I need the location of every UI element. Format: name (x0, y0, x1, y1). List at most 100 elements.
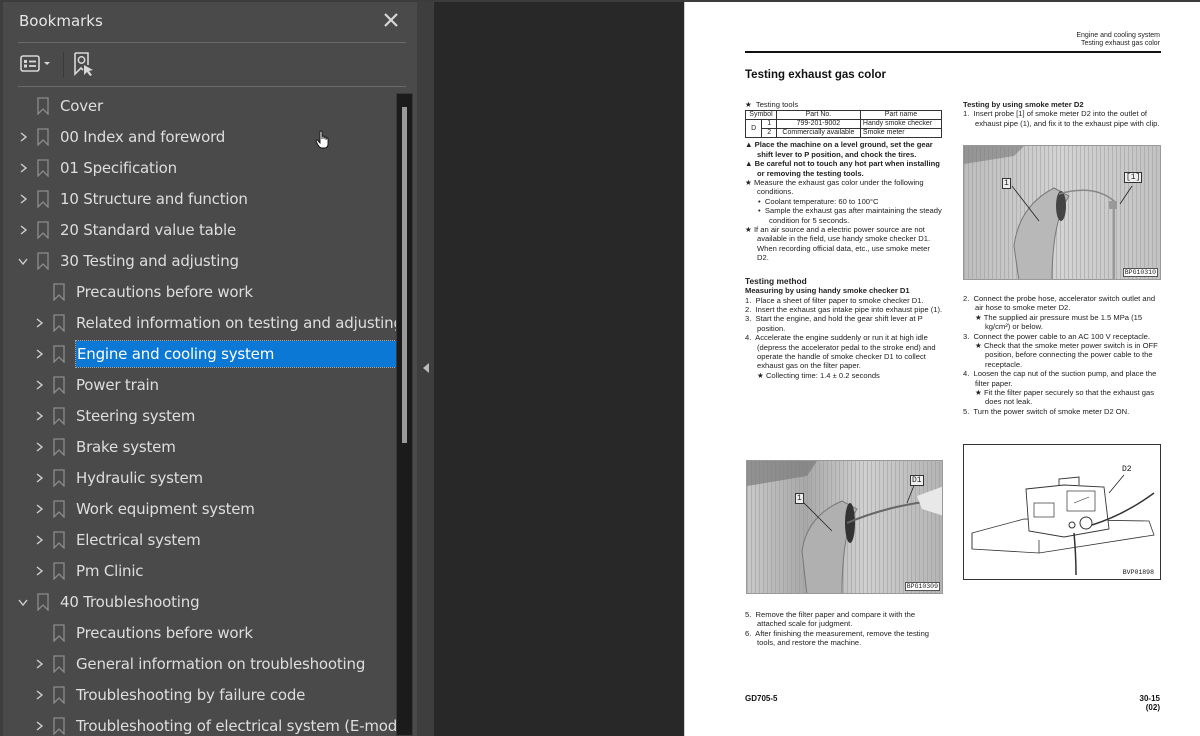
bookmark-item[interactable]: Engine and cooling system (3, 339, 398, 370)
table-cell: 1 (761, 119, 777, 130)
bookmark-item[interactable]: Troubleshooting by failure code (3, 680, 398, 711)
bookmark-icon (53, 717, 65, 735)
bookmark-item[interactable]: 10 Structure and function (3, 184, 398, 215)
table-header: Part name (859, 110, 943, 121)
chevron-right-icon[interactable] (33, 379, 45, 391)
bookmark-icon (37, 190, 49, 208)
footer-model: GD705-5 (745, 694, 778, 703)
chevron-right-icon[interactable] (17, 224, 29, 236)
step-text: 5. Turn the power switch of smoke meter … (963, 406, 1130, 416)
warning-icon: ▲ (745, 140, 753, 150)
chevron-right-icon[interactable] (17, 131, 29, 143)
bookmark-item[interactable]: Related information on testing and adjus… (3, 308, 398, 339)
bookmark-item[interactable]: Precautions before work (3, 277, 398, 308)
warning-text: Place the machine on a level ground, set… (754, 140, 933, 159)
callout-label: 1 (1002, 178, 1011, 189)
revision-number: (02) (1145, 703, 1160, 712)
bookmark-item[interactable]: Precautions before work (3, 618, 398, 649)
figure-code: BVP01898 (1122, 569, 1154, 576)
right-column-steps: 2. Connect the probe hose, accelerator s… (963, 294, 1161, 416)
bookmark-icon (53, 531, 65, 549)
bookmark-label: 20 Standard value table (60, 221, 236, 239)
bookmark-scrollbar[interactable] (396, 93, 413, 736)
header-topic: Testing exhaust gas color (1081, 40, 1160, 47)
section-heading: Testing method (745, 275, 807, 286)
bookmark-options-button[interactable] (19, 52, 59, 76)
chevron-right-icon[interactable] (33, 410, 45, 422)
chevron-right-icon[interactable] (17, 162, 29, 174)
chevron-right-icon[interactable] (33, 472, 45, 484)
tools-heading: Testing tools (755, 100, 799, 109)
bullet-icon: • (758, 206, 761, 216)
chevron-right-icon[interactable] (33, 689, 45, 701)
header-section: Engine and cooling system (1076, 32, 1160, 39)
step-text: 1. Place a sheet of filter paper to smok… (745, 295, 924, 305)
table-cell: Smoke meter (859, 128, 943, 139)
bookmark-icon (53, 438, 65, 456)
chevron-down-icon[interactable] (17, 596, 29, 608)
star-icon: ★ (745, 100, 752, 109)
collapse-panel-arrow-icon[interactable] (421, 362, 431, 374)
step-text: 4. Loosen the cap nut of the suction pum… (963, 369, 1157, 388)
bookmark-item[interactable]: Work equipment system (3, 494, 398, 525)
left-column-bottom: 5. Remove the filter paper and compare i… (745, 610, 943, 648)
bookmark-item[interactable]: Steering system (3, 401, 398, 432)
bookmark-label: Hydraulic system (76, 469, 203, 487)
bookmark-label: Power train (76, 376, 159, 394)
chevron-right-icon[interactable] (33, 720, 45, 732)
bookmark-item[interactable]: Power train (3, 370, 398, 401)
note-text: If an air source and a electric power so… (753, 225, 931, 263)
bookmark-item[interactable]: Pm Clinic (3, 556, 398, 587)
find-current-bookmark-button[interactable] (71, 50, 99, 78)
warning-text: Be careful not to touch any hot part whe… (754, 159, 940, 178)
chevron-right-icon[interactable] (33, 658, 45, 670)
bookmark-label: 30 Testing and adjusting (60, 252, 239, 270)
note-text: Measure the exhaust gas color under the … (753, 178, 924, 197)
bookmark-item[interactable]: Troubleshooting of electrical system (E-… (3, 711, 398, 736)
chevron-right-icon[interactable] (33, 441, 45, 453)
bookmark-item[interactable]: Cover (3, 91, 398, 122)
bookmark-item[interactable]: 01 Specification (3, 153, 398, 184)
chevron-right-icon[interactable] (33, 534, 45, 546)
note-text: The supplied air pressure must be 1.5 MP… (983, 312, 1143, 332)
bookmark-item[interactable]: 00 Index and foreword (3, 122, 398, 153)
bookmark-icon (53, 655, 65, 673)
tools-table: Symbol Part No. Part name D 1 799-201-90… (744, 110, 943, 139)
hand-cursor-icon (315, 130, 329, 149)
bookmark-item[interactable]: Hydraulic system (3, 463, 398, 494)
bullet-icon: • (758, 196, 761, 206)
bookmark-item[interactable]: 30 Testing and adjusting (3, 246, 398, 277)
bookmark-icon (53, 314, 65, 332)
table-cell: Handy smoke checker (859, 119, 943, 130)
bookmark-label: 40 Troubleshooting (60, 593, 200, 611)
chevron-right-icon[interactable] (33, 348, 45, 360)
scrollbar-thumb[interactable] (402, 107, 407, 443)
star-icon: ★ (975, 312, 982, 322)
close-panel-button[interactable] (381, 10, 401, 30)
chevron-right-icon[interactable] (33, 565, 45, 577)
callout-label: D1 (910, 475, 924, 486)
callout-label: [1] (1124, 172, 1143, 183)
table-cell: D (744, 119, 763, 139)
chevron-right-icon[interactable] (17, 193, 29, 205)
right-column: Testing by using smoke meter D2 1. Inser… (963, 100, 1161, 128)
bookmark-label: Precautions before work (76, 624, 253, 642)
chevron-down-icon[interactable] (17, 255, 29, 267)
step-text: 1. Insert probe [1] of smoke meter D2 in… (963, 109, 1160, 128)
bookmark-item[interactable]: General information on troubleshooting (3, 649, 398, 680)
bookmark-item[interactable]: 40 Troubleshooting (3, 587, 398, 618)
bookmark-item[interactable]: Brake system (3, 432, 398, 463)
chevron-right-icon[interactable] (33, 317, 45, 329)
step-text: 4. Accelerate the engine suddenly or run… (745, 333, 936, 371)
bookmark-item[interactable]: 20 Standard value table (3, 215, 398, 246)
bookmark-icon (53, 500, 65, 518)
callout-label: D2 (1122, 465, 1132, 474)
close-icon (384, 13, 398, 27)
find-current-bookmark-icon (74, 52, 93, 76)
bookmarks-panel: Bookmarks Cover 00 Index and foreword 01 S… (0, 2, 417, 736)
bookmark-label: General information on troubleshooting (76, 655, 366, 673)
star-icon: ★ (975, 341, 982, 351)
chevron-right-icon[interactable] (33, 503, 45, 515)
table-header: Part No. (775, 110, 861, 121)
bookmark-item[interactable]: Electrical system (3, 525, 398, 556)
